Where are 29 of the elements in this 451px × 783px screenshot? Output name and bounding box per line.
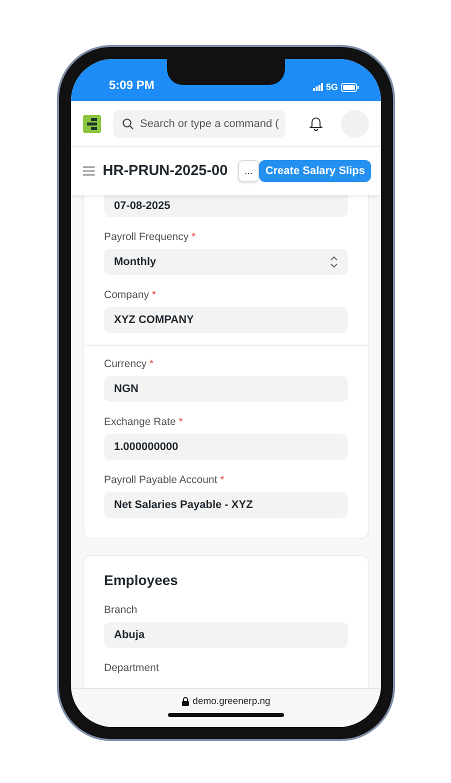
input-field[interactable]: 07-08-2025 [104, 195, 348, 217]
chevron-icon [330, 256, 338, 268]
page-title: HR-PRUN-2025-00 [102, 163, 228, 179]
search-icon [122, 118, 134, 130]
field-label: Payroll Frequency * [104, 231, 197, 243]
input-field[interactable]: Abuja [104, 622, 348, 648]
field-label: Currency * [104, 358, 155, 370]
field-label: Company * [104, 289, 157, 301]
network-label: 5G [326, 82, 338, 92]
bell-icon[interactable] [309, 116, 323, 131]
more-button[interactable]: ... [238, 160, 260, 182]
input-field[interactable]: 1.000000000 [104, 434, 348, 460]
select-field[interactable]: Monthly [104, 249, 348, 275]
lock-icon [182, 697, 189, 706]
field-label: Branch [104, 604, 138, 616]
signal-icon [312, 83, 323, 91]
field-label: Payroll Payable Account * [104, 474, 226, 486]
menu-icon[interactable] [83, 166, 95, 176]
input-field[interactable]: NGN [104, 376, 348, 402]
field-label: Exchange Rate * [104, 416, 184, 428]
input-field[interactable]: Net Salaries Payable - XYZ [104, 492, 348, 518]
section-title: Employees [104, 572, 179, 588]
app-logo [83, 114, 101, 132]
input-field[interactable]: XYZ COMPANY [104, 307, 348, 333]
url-text[interactable]: demo.greenerp.ng [192, 696, 270, 707]
battery-icon [341, 82, 359, 92]
search-field[interactable]: Search or type a command ( [113, 110, 285, 138]
status-time: 5:09 PM [109, 78, 154, 92]
field-label: Department [104, 662, 160, 674]
